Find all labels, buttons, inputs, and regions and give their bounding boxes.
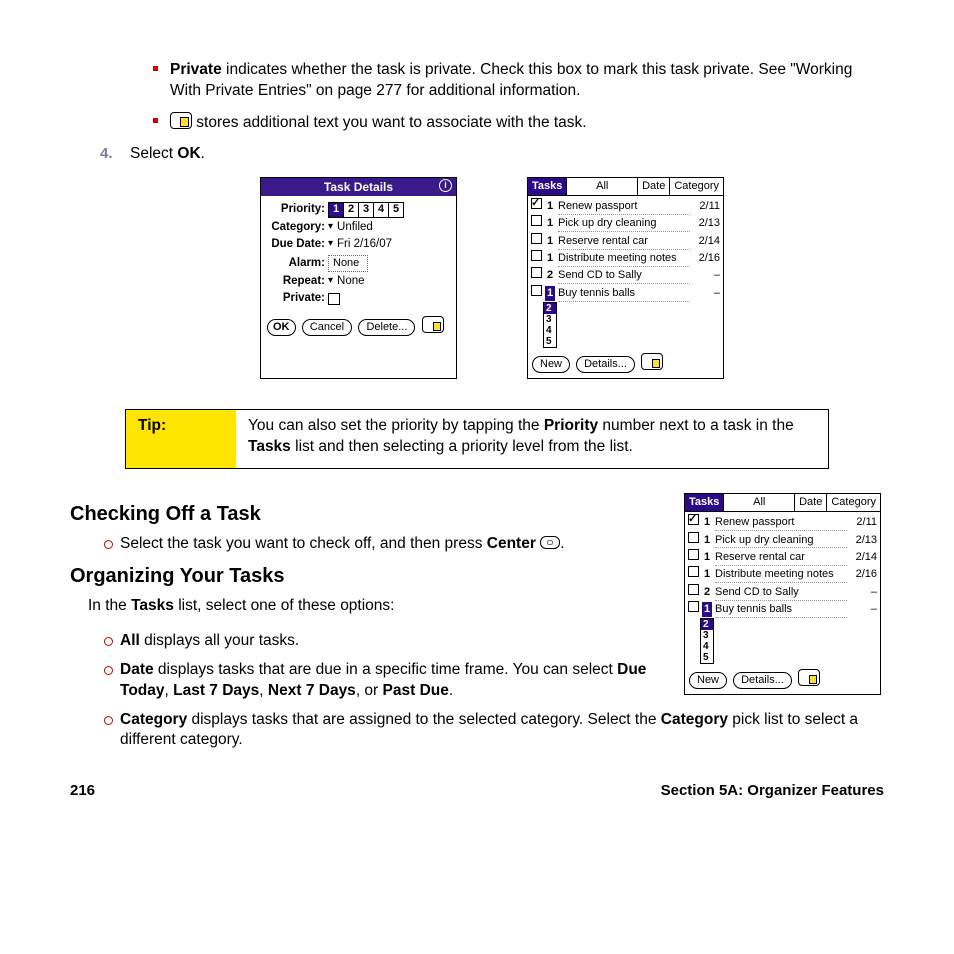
tab-all[interactable]: All	[724, 494, 795, 511]
tab-date[interactable]: Date	[638, 178, 670, 195]
circle-bullet-icon	[104, 637, 113, 646]
tab-tasks[interactable]: Tasks	[685, 494, 724, 511]
task-row: 1Buy tennis balls–	[688, 601, 877, 618]
tip-box: Tip: You can also set the priority by ta…	[125, 409, 829, 469]
task-row: 1Reserve rental car2/14	[688, 549, 877, 566]
repeat-label: Repeat:	[267, 274, 328, 290]
task-checkbox[interactable]	[688, 584, 699, 595]
step-4: 4. Select OK.	[70, 144, 884, 165]
center-button-icon	[540, 536, 560, 549]
page-footer: 216 Section 5A: Organizer Features	[70, 781, 884, 801]
private-bold: Private	[170, 61, 222, 78]
note-button[interactable]	[641, 353, 663, 370]
task-row: 1Pick up dry cleaning2/13	[531, 215, 720, 232]
priority-dropdown[interactable]: 2 3 4 5	[543, 302, 557, 348]
task-checkbox[interactable]	[688, 514, 699, 525]
square-bullet-icon	[153, 118, 158, 123]
task-details-dialog: Task Details i Priority: 1 2 3 4 5 Categ…	[260, 177, 457, 379]
ok-button[interactable]: OK	[267, 319, 296, 336]
due-date-label: Due Date:	[267, 237, 328, 253]
cancel-button[interactable]: Cancel	[302, 319, 352, 336]
tab-category[interactable]: Category	[827, 494, 880, 511]
task-checkbox[interactable]	[688, 532, 699, 543]
task-row: 1Renew passport2/11	[531, 198, 720, 215]
task-row: 1Reserve rental car2/14	[531, 233, 720, 250]
square-bullet-icon	[153, 66, 158, 71]
priority-dropdown[interactable]: 2 3 4 5	[700, 618, 714, 664]
tasks-app-2: Tasks All Date Category 1Renew passport2…	[684, 493, 881, 695]
alarm-value[interactable]: None	[328, 255, 368, 272]
tasks-tabs: Tasks All Date Category	[528, 178, 723, 196]
task-checkbox[interactable]	[531, 250, 542, 261]
opt-date: Date displays tasks that are due in a sp…	[70, 660, 654, 702]
tab-tasks[interactable]: Tasks	[528, 178, 567, 195]
tasks-app-1: Tasks All Date Category 1Renew passport2…	[527, 177, 724, 379]
task-checkbox[interactable]	[531, 285, 542, 296]
info-icon[interactable]: i	[439, 179, 452, 192]
category-value[interactable]: Unfiled	[337, 220, 373, 236]
private-text: indicates whether the task is private. C…	[170, 61, 852, 99]
step-number: 4.	[100, 144, 113, 164]
tab-category[interactable]: Category	[670, 178, 723, 195]
tasks-tabs: Tasks All Date Category	[685, 494, 880, 512]
task-checkbox[interactable]	[531, 233, 542, 244]
task-checkbox[interactable]	[688, 549, 699, 560]
opt-category: Category displays tasks that are assigne…	[70, 710, 884, 752]
organizing-heading: Organizing Your Tasks	[70, 563, 654, 590]
tip-text: You can also set the priority by tapping…	[236, 410, 828, 468]
dropdown-icon[interactable]	[328, 274, 334, 290]
task-row: 2Send CD to Sally–	[531, 267, 720, 284]
new-button[interactable]: New	[689, 672, 727, 689]
new-button[interactable]: New	[532, 356, 570, 373]
task-details-title: Task Details i	[261, 178, 456, 196]
circle-bullet-icon	[104, 540, 113, 549]
task-row: 1Distribute meeting notes2/16	[688, 566, 877, 583]
tip-label: Tip:	[126, 410, 236, 468]
details-button[interactable]: Details...	[576, 356, 635, 373]
note-button[interactable]	[422, 316, 444, 333]
note-bullet: stores additional text you want to assoc…	[70, 112, 884, 134]
due-date-value[interactable]: Fri 2/16/07	[337, 237, 392, 253]
task-checkbox[interactable]	[531, 215, 542, 226]
tab-date[interactable]: Date	[795, 494, 827, 511]
note-button[interactable]	[798, 669, 820, 686]
note-text: stores additional text you want to assoc…	[192, 114, 587, 131]
note-icon	[170, 112, 192, 129]
task-checkbox[interactable]	[688, 601, 699, 612]
task-row: 1Renew passport2/11	[688, 514, 877, 531]
category-label: Category:	[267, 220, 328, 236]
opt-all: All displays all your tasks.	[70, 631, 654, 652]
section-label: Section 5A: Organizer Features	[661, 781, 884, 801]
circle-bullet-icon	[104, 666, 113, 675]
priority-label: Priority:	[267, 202, 328, 218]
alarm-label: Alarm:	[267, 256, 328, 272]
task-row: 1Pick up dry cleaning2/13	[688, 532, 877, 549]
dropdown-icon[interactable]	[328, 220, 334, 236]
checking-off-heading: Checking Off a Task	[70, 501, 654, 528]
private-checkbox[interactable]	[328, 293, 340, 305]
task-checkbox[interactable]	[688, 566, 699, 577]
dropdown-icon[interactable]	[328, 237, 334, 253]
task-checkbox[interactable]	[531, 198, 542, 209]
task-checkbox[interactable]	[531, 267, 542, 278]
private-bullet: Private indicates whether the task is pr…	[70, 60, 884, 102]
details-button[interactable]: Details...	[733, 672, 792, 689]
delete-button[interactable]: Delete...	[358, 319, 415, 336]
task-row: 1Buy tennis balls–	[531, 285, 720, 302]
priority-selector[interactable]: 1 2 3 4 5	[328, 202, 404, 218]
private-label: Private:	[267, 291, 328, 307]
repeat-value[interactable]: None	[337, 274, 365, 290]
task-row: 2Send CD to Sally–	[688, 584, 877, 601]
task-row: 1Distribute meeting notes2/16	[531, 250, 720, 267]
page-number: 216	[70, 781, 95, 801]
circle-bullet-icon	[104, 716, 113, 725]
tab-all[interactable]: All	[567, 178, 638, 195]
checking-bullet: Select the task you want to check off, a…	[70, 534, 654, 555]
